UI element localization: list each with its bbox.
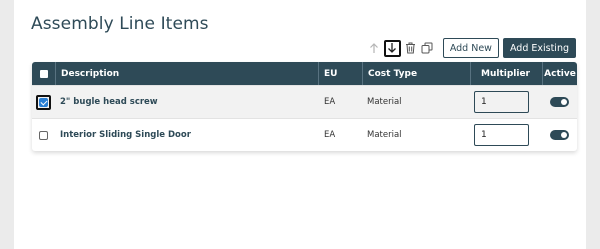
row-description: 2" bugle head screw (60, 97, 158, 107)
multiplier-input[interactable]: 1 (474, 91, 529, 113)
row-checkbox[interactable] (39, 97, 48, 107)
row-multiplier-cell: 1 (470, 124, 542, 146)
row-active-cell (542, 97, 577, 107)
column-header-eu[interactable]: EU (318, 62, 362, 85)
column-header-cost-type[interactable]: Cost Type (362, 62, 470, 85)
row-checkbox-focus (36, 94, 51, 110)
row-eu: EA (324, 130, 336, 140)
row-select-cell (32, 94, 55, 110)
line-items-table: Description EU Cost Type Multiplier Acti… (32, 62, 577, 151)
row-active-cell (542, 130, 577, 140)
arrow-down-icon[interactable] (383, 39, 401, 57)
active-toggle[interactable] (550, 130, 569, 140)
row-description: Interior Sliding Single Door (60, 130, 191, 140)
row-cost-type: Material (367, 130, 402, 140)
copy-icon[interactable] (420, 40, 435, 57)
column-header-description[interactable]: Description (55, 62, 318, 85)
select-all-cell (32, 62, 55, 85)
row-select-cell (32, 130, 55, 140)
table-header: Description EU Cost Type Multiplier Acti… (32, 62, 577, 85)
row-cost-type: Material (367, 97, 402, 107)
multiplier-input[interactable]: 1 (474, 124, 529, 146)
row-multiplier-cell: 1 (470, 91, 542, 113)
active-toggle[interactable] (550, 97, 569, 107)
row-eu: EA (324, 97, 336, 107)
select-all-checkbox[interactable] (39, 69, 48, 78)
trash-icon[interactable] (403, 40, 418, 57)
assembly-line-items-card: Assembly Line Items Add New Add Existing… (14, 0, 586, 249)
table-row[interactable]: Interior Sliding Single Door EA Material… (32, 118, 577, 151)
column-header-multiplier[interactable]: Multiplier (470, 62, 542, 85)
column-header-active[interactable]: Active (542, 62, 577, 85)
row-checkbox[interactable] (39, 130, 48, 140)
page-title: Assembly Line Items (31, 14, 209, 34)
toolbar: Add New Add Existing (367, 38, 576, 58)
add-existing-button[interactable]: Add Existing (502, 38, 576, 58)
add-new-button[interactable]: Add New (442, 38, 499, 58)
table-row[interactable]: 2" bugle head screw EA Material 1 (32, 85, 577, 118)
arrow-up-icon[interactable] (367, 40, 382, 57)
